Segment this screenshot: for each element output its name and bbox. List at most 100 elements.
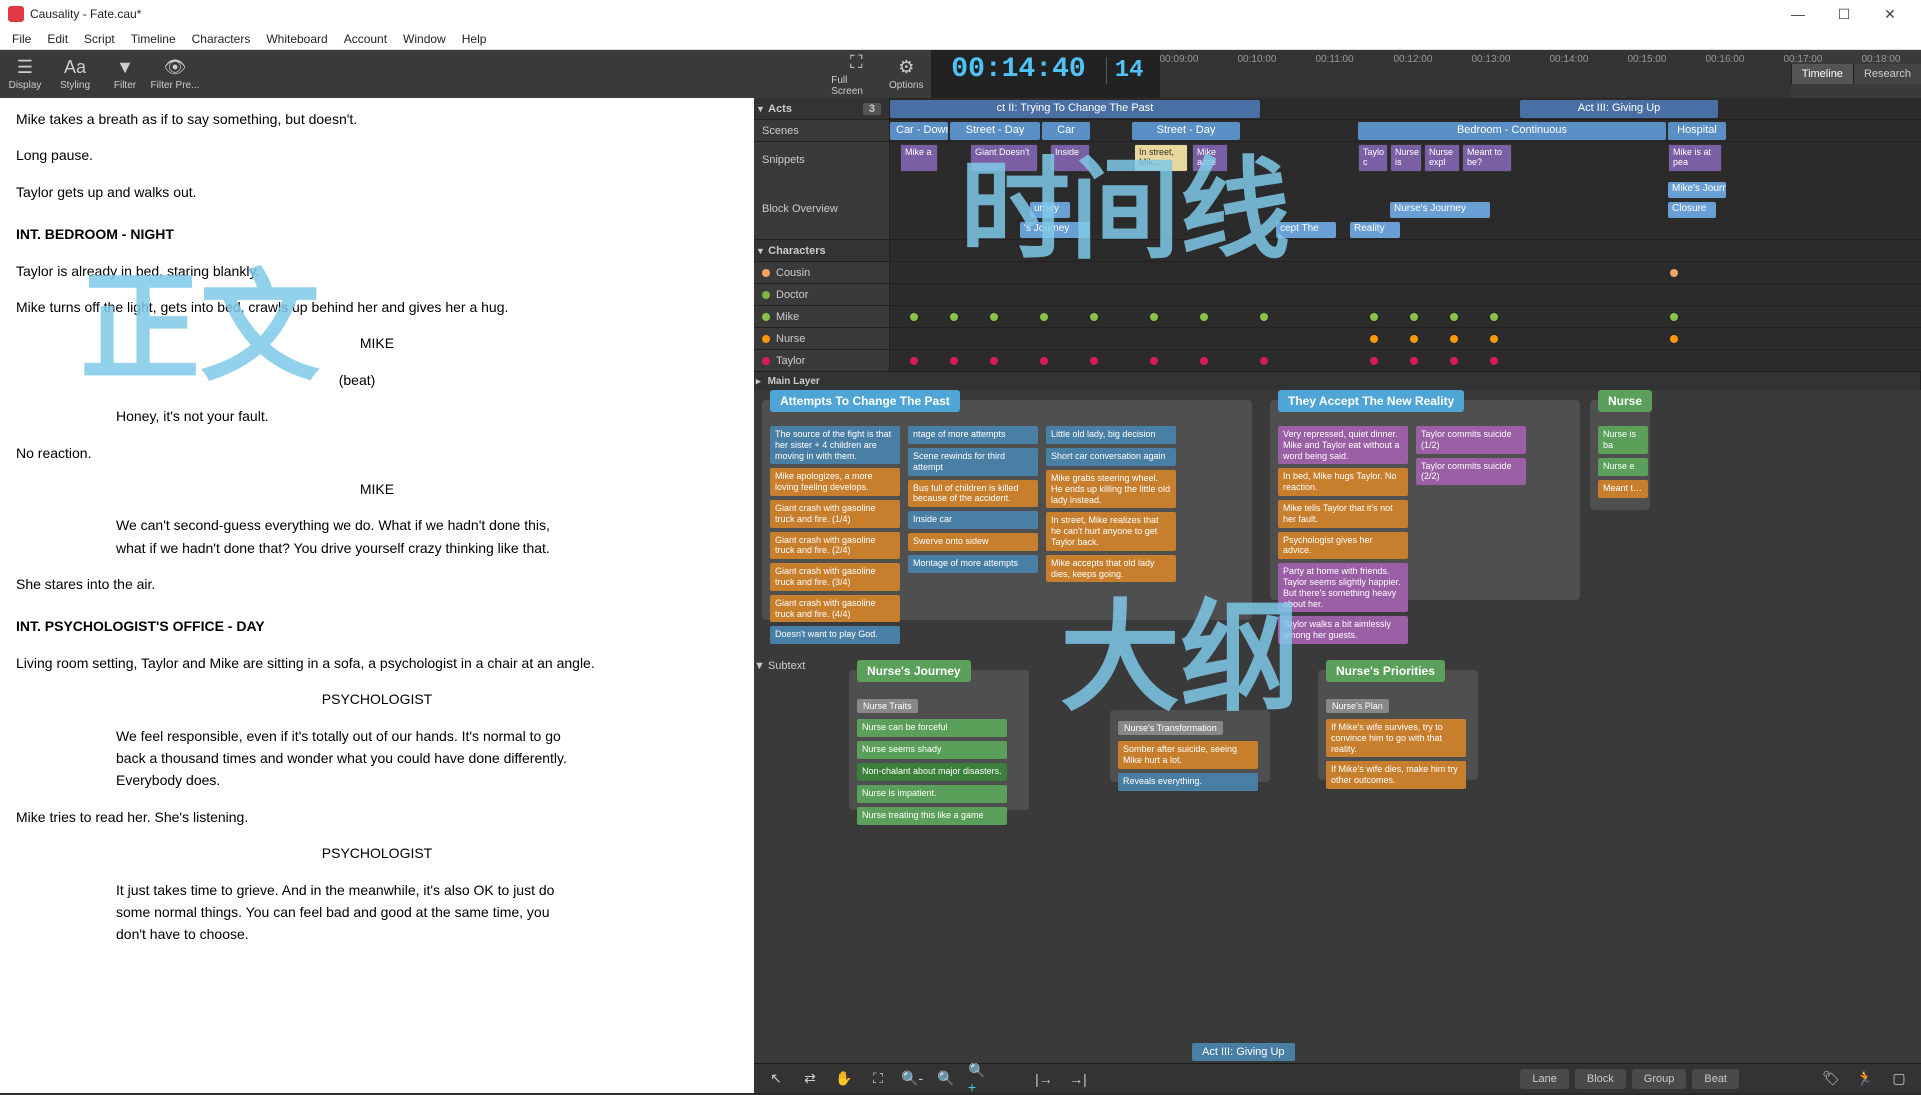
- scene-block[interactable]: Street - Day: [1132, 122, 1240, 140]
- scenes-track[interactable]: Car - DownStreet - DayCarStreet - DayBed…: [890, 120, 1921, 141]
- character-dot[interactable]: [1260, 313, 1268, 321]
- card-group-nurse-journey[interactable]: Nurse's Journey Nurse Traits Nurse can b…: [849, 670, 1029, 810]
- outline-card[interactable]: If Mike's wife survives, try to convince…: [1326, 719, 1466, 757]
- character-dot[interactable]: [950, 313, 958, 321]
- script-character[interactable]: PSYCHOLOGIST: [196, 842, 558, 864]
- minimize-button[interactable]: —: [1775, 0, 1821, 28]
- script-dialog[interactable]: It just takes time to grieve. And in the…: [116, 879, 578, 946]
- outline-card[interactable]: Mike accepts that old lady dies, keeps g…: [1046, 555, 1176, 583]
- tag-icon[interactable]: 🏷: [1819, 1067, 1843, 1091]
- outline-card[interactable]: Short car conversation again: [1046, 448, 1176, 466]
- character-dot[interactable]: [990, 357, 998, 365]
- track-label-main-layer[interactable]: ▸ Main Layer: [754, 372, 1921, 390]
- character-dot[interactable]: [1410, 357, 1418, 365]
- outline-card[interactable]: Nurse e: [1598, 458, 1648, 476]
- timeline-ruler[interactable]: 00:09:0000:10:0000:11:0000:12:0000:13:00…: [1160, 50, 1791, 98]
- outline-card[interactable]: Giant crash with gasoline truck and fire…: [770, 532, 900, 560]
- card-group-reality[interactable]: They Accept The New Reality Very repress…: [1270, 400, 1580, 600]
- scene-block[interactable]: Street - Day: [950, 122, 1040, 140]
- character-dot[interactable]: [1490, 335, 1498, 343]
- outline-card[interactable]: Mike apologizes, a more loving feeling d…: [770, 468, 900, 496]
- outline-card[interactable]: Scene rewinds for third attempt: [908, 448, 1038, 476]
- outline-card[interactable]: Montage of more attempts: [908, 555, 1038, 573]
- character-dot[interactable]: [910, 313, 918, 321]
- character-dot[interactable]: [1670, 335, 1678, 343]
- snippet-block[interactable]: Mike is at pea: [1668, 144, 1722, 172]
- character-dot[interactable]: [1040, 313, 1048, 321]
- outline-card[interactable]: Nurse is impatient.: [857, 785, 1007, 803]
- snippet-block[interactable]: Taylo c: [1358, 144, 1388, 172]
- card-group-attempts[interactable]: Attempts To Change The Past The source o…: [762, 400, 1252, 620]
- outline-card[interactable]: Taylor commits suicide (1/2): [1416, 426, 1526, 454]
- zoom-in-icon[interactable]: 🔍+: [968, 1067, 992, 1091]
- outline-area[interactable]: Attempts To Change The Past The source o…: [754, 390, 1921, 1063]
- script-dialog[interactable]: We can't second-guess everything we do. …: [116, 514, 578, 559]
- script-dialog[interactable]: Honey, it's not your fault.: [116, 405, 578, 427]
- outline-card[interactable]: Somber after suicide, seeing Mike hurt a…: [1118, 741, 1258, 769]
- character-dot[interactable]: [1370, 335, 1378, 343]
- script-action[interactable]: Living room setting, Taylor and Mike are…: [16, 652, 738, 674]
- filter-pre-button[interactable]: 👁Filter Pre...: [150, 50, 200, 98]
- character-track[interactable]: [890, 306, 1921, 327]
- overview-block[interactable]: Closure: [1668, 202, 1716, 218]
- scene-block[interactable]: Car: [1042, 122, 1090, 140]
- outline-card[interactable]: Nurse seems shady: [857, 741, 1007, 759]
- character-row-doctor[interactable]: Doctor: [754, 284, 890, 305]
- menu-file[interactable]: File: [4, 30, 39, 48]
- outline-card[interactable]: Nurse treating this like a game: [857, 807, 1007, 825]
- character-row-mike[interactable]: Mike: [754, 306, 890, 327]
- track-label-snippets[interactable]: Snippets: [754, 142, 890, 178]
- group-button[interactable]: Group: [1632, 1069, 1687, 1089]
- menu-edit[interactable]: Edit: [39, 30, 76, 48]
- styling-button[interactable]: AaStyling: [50, 50, 100, 98]
- filter-button[interactable]: ▼Filter: [100, 50, 150, 98]
- script-scene[interactable]: INT. BEDROOM - NIGHT: [16, 223, 738, 245]
- character-dot[interactable]: [1450, 335, 1458, 343]
- card-group-nurse-priorities[interactable]: Nurse's Priorities Nurse's Plan If Mike'…: [1318, 670, 1478, 780]
- character-row-cousin[interactable]: Cousin: [754, 262, 890, 283]
- outline-card[interactable]: Bus full of children is killed because o…: [908, 480, 1038, 508]
- snippets-track[interactable]: Mike aGiant Doesn'tInsideIn street, Mik.…: [890, 142, 1921, 178]
- character-dot[interactable]: [990, 313, 998, 321]
- track-label-scenes[interactable]: Scenes: [754, 120, 890, 141]
- menu-help[interactable]: Help: [454, 30, 495, 48]
- outline-card[interactable]: In street, Mike realizes that he can't h…: [1046, 512, 1176, 550]
- snippet-block[interactable]: Nurse is: [1390, 144, 1422, 172]
- script-editor[interactable]: Mike takes a breath as if to say somethi…: [0, 98, 754, 1093]
- menu-characters[interactable]: Characters: [184, 30, 259, 48]
- overview-block[interactable]: 's Journey: [1020, 222, 1090, 238]
- outline-card[interactable]: Taylor commits suicide (2/2): [1416, 458, 1526, 486]
- outline-card[interactable]: Nurse is ba: [1598, 426, 1648, 454]
- overview-block[interactable]: Mike's Journey: [1668, 182, 1726, 198]
- snippet-block[interactable]: Mike acce: [1192, 144, 1228, 172]
- overview-block[interactable]: cept The: [1276, 222, 1336, 238]
- character-dot[interactable]: [1670, 269, 1678, 277]
- outline-card[interactable]: If Mike's wife dies, make him try other …: [1326, 761, 1466, 789]
- maximize-button[interactable]: ☐: [1821, 0, 1867, 28]
- snippet-block[interactable]: Mike a: [900, 144, 938, 172]
- character-dot[interactable]: [910, 357, 918, 365]
- script-character[interactable]: PSYCHOLOGIST: [196, 688, 558, 710]
- character-dot[interactable]: [1090, 357, 1098, 365]
- act-block[interactable]: Act III: Giving Up: [1520, 100, 1718, 118]
- outline-card[interactable]: Mike grabs steering wheel. He ends up ki…: [1046, 470, 1176, 508]
- pointer-icon[interactable]: ↖: [764, 1067, 788, 1091]
- snippet-block[interactable]: Giant Doesn't: [970, 144, 1038, 172]
- runner-icon[interactable]: 🏃: [1853, 1067, 1877, 1091]
- fullscreen-button[interactable]: ⛶Full Screen: [831, 50, 881, 98]
- script-action[interactable]: No reaction.: [16, 442, 738, 464]
- character-dot[interactable]: [1040, 357, 1048, 365]
- character-dot[interactable]: [1370, 313, 1378, 321]
- character-dot[interactable]: [1490, 313, 1498, 321]
- lane-button[interactable]: Lane: [1520, 1069, 1568, 1089]
- character-dot[interactable]: [1370, 357, 1378, 365]
- outline-card[interactable]: Party at home with friends. Taylor seems…: [1278, 563, 1408, 612]
- menu-window[interactable]: Window: [395, 30, 454, 48]
- character-row-taylor[interactable]: Taylor: [754, 350, 890, 371]
- subtext-header[interactable]: ▼ Subtext: [754, 660, 805, 672]
- character-dot[interactable]: [1200, 357, 1208, 365]
- skip-start-icon[interactable]: |→: [1032, 1067, 1056, 1091]
- character-dot[interactable]: [950, 357, 958, 365]
- script-action[interactable]: She stares into the air.: [16, 573, 738, 595]
- outline-card[interactable]: Giant crash with gasoline truck and fire…: [770, 595, 900, 623]
